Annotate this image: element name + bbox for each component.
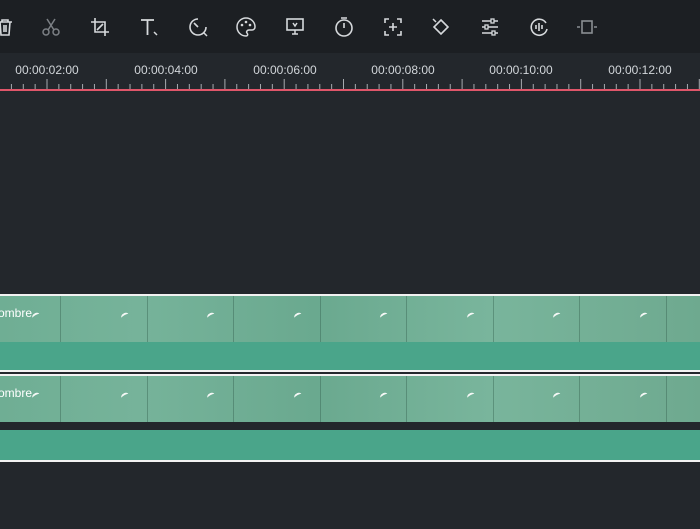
thumbnail-wave-mark [31, 311, 41, 321]
keyframe-icon [432, 18, 450, 36]
timer-icon [335, 17, 353, 37]
frame-separator [665, 296, 667, 342]
thumbnail-wave-mark [465, 311, 476, 321]
stabilize-button[interactable] [282, 14, 308, 40]
frame-separator [665, 376, 667, 422]
thumbnail-wave-mark [552, 311, 562, 321]
color-button[interactable] [233, 14, 259, 40]
clip-thumbnails: ombre [0, 296, 700, 342]
thumbnail-wave-mark [379, 391, 389, 401]
frame-separator [233, 296, 234, 342]
frame-separator [146, 376, 148, 422]
frame-separator [233, 376, 234, 422]
frame-separator [60, 296, 61, 342]
ruler-label: 00:00:06:00 [253, 63, 317, 77]
empty-track-area[interactable] [0, 91, 700, 294]
thumbnail-wave-mark [31, 391, 41, 401]
thumbnail-wave-mark [119, 391, 130, 401]
thumbnail-wave-mark [292, 311, 303, 321]
crop-icon [91, 18, 109, 36]
audio-icon [530, 18, 548, 36]
delete-button[interactable] [0, 14, 18, 40]
timeline-ruler[interactable]: 00:00:02:00 00:00:04:00 00:00:06:00 00:0… [0, 53, 700, 91]
zoom-frame-icon [384, 18, 402, 36]
timeline-toolbar [0, 0, 700, 53]
stabilize-icon [286, 18, 304, 35]
frame-separator [319, 376, 321, 422]
thumbnail-wave-mark [465, 391, 476, 401]
frame-separator [492, 376, 494, 422]
ruler-label: 00:00:12:00 [608, 63, 672, 77]
clip-audio-waveform [0, 342, 700, 370]
thumbnail-wave-mark [638, 391, 649, 401]
text-button[interactable] [136, 14, 162, 40]
frame-separator [406, 296, 407, 342]
video-clip[interactable]: ombre [0, 374, 700, 462]
video-clip[interactable]: ombre [0, 294, 700, 372]
thumbnail-wave-mark [206, 391, 216, 401]
ruler-label: 00:00:08:00 [371, 63, 435, 77]
crop-button[interactable] [87, 14, 113, 40]
audio-button[interactable] [526, 14, 552, 40]
thumbnail-wave-mark [206, 311, 216, 321]
frame-separator [146, 296, 148, 342]
speed-button[interactable] [185, 14, 211, 40]
adjust-icon [482, 18, 498, 36]
frame-separator [579, 376, 580, 422]
clip-audio-waveform [0, 430, 700, 460]
text-icon [141, 19, 158, 36]
thumbnail-wave-mark [379, 311, 389, 321]
duration-button[interactable] [331, 14, 357, 40]
clip-thumbnails: ombre [0, 376, 700, 422]
color-palette-icon [236, 17, 256, 37]
freeze-frame-icon [577, 20, 597, 34]
frame-separator [60, 376, 61, 422]
frame-separator [319, 296, 321, 342]
clip-name: ombre [0, 306, 33, 320]
thumbnail-wave-mark [292, 391, 303, 401]
speed-icon [189, 18, 208, 37]
adjust-button[interactable] [477, 14, 503, 40]
zoom-frame-button[interactable] [380, 14, 406, 40]
freeze-frame-button[interactable] [574, 14, 600, 40]
frame-separator [492, 296, 494, 342]
ruler-label: 00:00:02:00 [15, 63, 79, 77]
keyframe-button[interactable] [428, 14, 454, 40]
thumbnail-wave-mark [119, 311, 130, 321]
frame-separator [579, 296, 580, 342]
ruler-label: 00:00:10:00 [489, 63, 553, 77]
split-icon [42, 18, 60, 36]
split-button[interactable] [38, 14, 64, 40]
thumbnail-wave-mark [552, 391, 562, 401]
frame-separator [406, 376, 407, 422]
thumbnail-wave-mark [638, 311, 649, 321]
clip-name: ombre [0, 386, 33, 400]
ruler-label: 00:00:04:00 [134, 63, 198, 77]
delete-icon [0, 19, 12, 36]
